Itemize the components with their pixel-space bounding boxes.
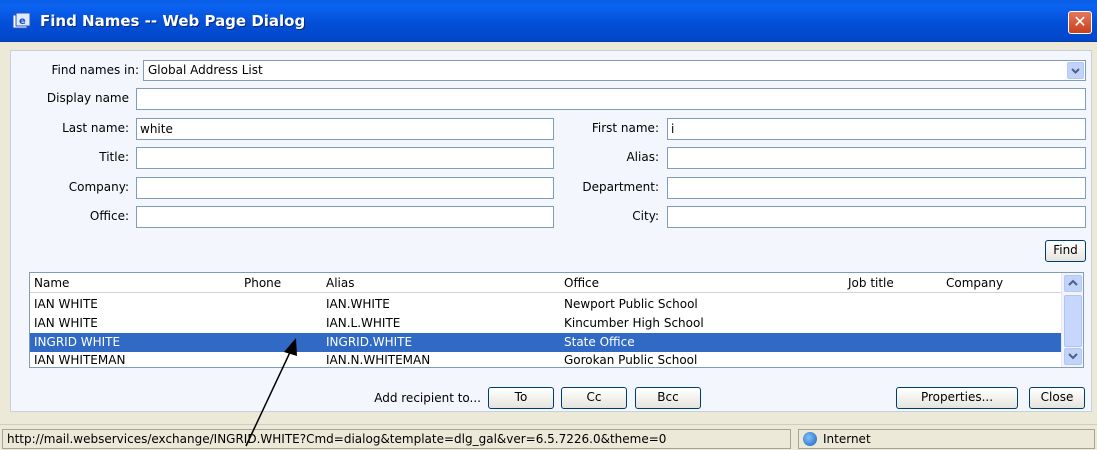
- row-alias: IAN.N.WHITEMAN: [326, 353, 431, 367]
- alias-field[interactable]: [667, 147, 1086, 169]
- column-header-name[interactable]: Name: [34, 276, 69, 290]
- security-zone: Internet: [798, 429, 1095, 449]
- cc-button[interactable]: Cc: [561, 387, 627, 409]
- window-title: Find Names -- Web Page Dialog: [40, 12, 306, 30]
- row-name: IAN WHITE: [34, 297, 98, 311]
- table-row[interactable]: IAN WHITE IAN.WHITE Newport Public Schoo…: [30, 295, 1061, 314]
- address-list-select[interactable]: Global Address List: [143, 60, 1086, 81]
- company-label: Company:: [68, 180, 129, 194]
- window-close-button[interactable]: ✕: [1068, 11, 1092, 34]
- close-icon: ✕: [1073, 12, 1087, 31]
- row-name: IAN WHITEMAN: [34, 353, 126, 367]
- display-name-label: Display name: [46, 91, 129, 105]
- scroll-up-icon[interactable]: [1064, 275, 1082, 292]
- display-name-field[interactable]: [136, 88, 1086, 110]
- column-header-office[interactable]: Office: [564, 276, 599, 290]
- svg-text:e: e: [19, 16, 26, 27]
- title-field[interactable]: [136, 147, 554, 169]
- company-field[interactable]: [136, 177, 554, 199]
- scroll-down-icon[interactable]: [1064, 348, 1082, 365]
- row-office: Kincumber High School: [564, 316, 704, 330]
- close-button[interactable]: Close: [1029, 387, 1085, 409]
- office-label: Office:: [89, 209, 129, 223]
- column-header-phone[interactable]: Phone: [244, 276, 281, 290]
- row-alias: IAN.WHITE: [326, 297, 390, 311]
- table-row[interactable]: IAN WHITE IAN.L.WHITE Kincumber High Sch…: [30, 314, 1061, 333]
- row-alias: IAN.L.WHITE: [326, 316, 401, 330]
- find-names-dialog: e Find Names -- Web Page Dialog ✕ Find n…: [0, 0, 1097, 450]
- status-bar: http://mail.webservices/exchange/INGRID.…: [0, 424, 1097, 450]
- first-name-label: First name:: [591, 121, 659, 135]
- row-office: State Office: [564, 335, 635, 349]
- status-url: http://mail.webservices/exchange/INGRID.…: [2, 429, 791, 449]
- results-list[interactable]: Name Phone Alias Office Job title Compan…: [29, 272, 1084, 368]
- address-list-value: Global Address List: [148, 63, 263, 77]
- to-button[interactable]: To: [488, 387, 554, 409]
- column-header-company[interactable]: Company: [946, 276, 1003, 290]
- department-field[interactable]: [667, 177, 1086, 199]
- dropdown-arrow-icon[interactable]: [1067, 62, 1084, 79]
- last-name-label: Last name:: [62, 121, 129, 135]
- title-label: Title:: [99, 150, 129, 164]
- department-label: Department:: [582, 180, 659, 194]
- internet-globe-icon: [803, 432, 817, 446]
- properties-button[interactable]: Properties...: [896, 387, 1018, 409]
- column-header-alias[interactable]: Alias: [326, 276, 354, 290]
- ie-page-icon: e: [12, 12, 31, 29]
- row-name: INGRID WHITE: [34, 335, 121, 349]
- bcc-button[interactable]: Bcc: [635, 387, 701, 409]
- find-names-in-label: Find names in:: [51, 63, 139, 77]
- results-header: Name Phone Alias Office Job title Compan…: [30, 273, 1061, 293]
- dialog-body: Find names in: Global Address List Displ…: [10, 50, 1092, 412]
- table-row-selected[interactable]: INGRID WHITE INGRID.WHITE State Office: [30, 333, 1061, 352]
- alias-label: Alias:: [626, 150, 659, 164]
- row-name: IAN WHITE: [34, 316, 98, 330]
- first-name-field[interactable]: i: [667, 118, 1086, 140]
- scroll-thumb[interactable]: [1064, 295, 1082, 347]
- column-header-job-title[interactable]: Job title: [848, 276, 894, 290]
- row-office: Newport Public School: [564, 297, 698, 311]
- city-label: City:: [632, 209, 659, 223]
- table-row[interactable]: IAN WHITEMAN IAN.N.WHITEMAN Gorokan Publ…: [30, 352, 1061, 367]
- row-alias: INGRID.WHITE: [326, 335, 413, 349]
- add-recipient-label: Add recipient to...: [374, 391, 481, 405]
- security-zone-label: Internet: [823, 432, 871, 446]
- title-bar: e Find Names -- Web Page Dialog ✕: [0, 0, 1097, 42]
- row-office: Gorokan Public School: [564, 353, 698, 367]
- office-field[interactable]: [136, 206, 554, 228]
- last-name-field[interactable]: white: [136, 118, 554, 140]
- find-button[interactable]: Find: [1045, 240, 1086, 262]
- city-field[interactable]: [667, 206, 1086, 228]
- results-scrollbar[interactable]: [1061, 273, 1083, 367]
